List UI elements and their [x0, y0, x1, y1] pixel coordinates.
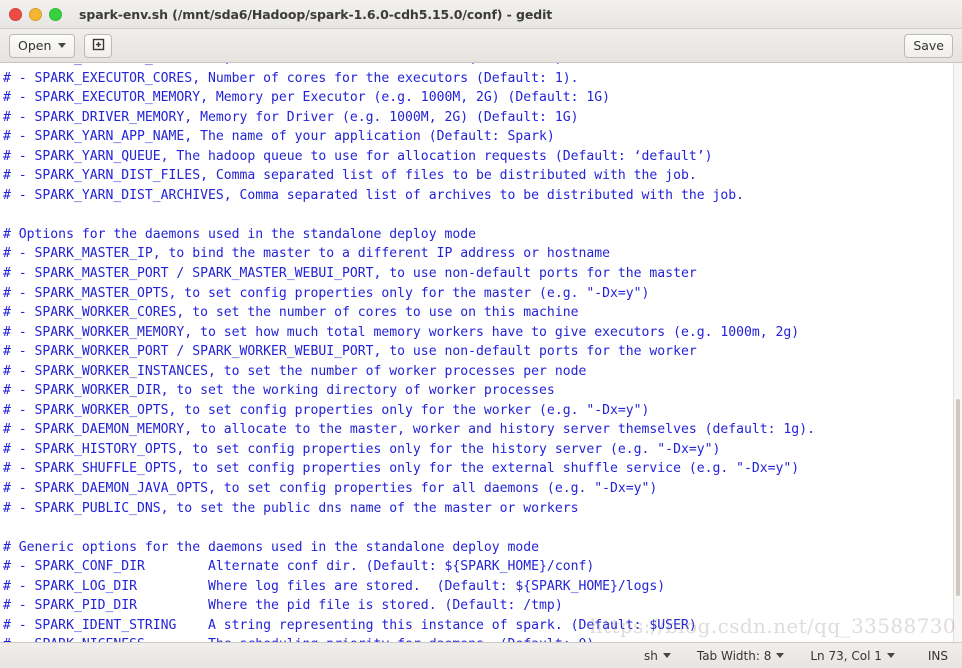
code-line: # - SPARK_IDENT_STRING A string represen… — [3, 617, 697, 633]
maximize-button[interactable] — [49, 7, 62, 21]
code-line: # - SPARK_EXECUTOR_CORES, Number of core… — [3, 70, 579, 86]
chevron-down-icon — [58, 43, 67, 48]
code-line: # - SPARK_YARN_APP_NAME, The name of you… — [3, 129, 555, 145]
code-line: # - SPARK_YARN_QUEUE, The hadoop queue t… — [3, 148, 713, 164]
save-button-label: Save — [913, 38, 944, 53]
status-tab-width[interactable]: Tab Width: 8 — [684, 649, 797, 663]
code-line: # - SPARK_PUBLIC_DNS, to set the public … — [3, 500, 579, 516]
code-line: # - SPARK_YARN_DIST_ARCHIVES, Comma sepa… — [3, 187, 745, 203]
code-line: # - SPARK_MASTER_PORT / SPARK_MASTER_WEB… — [3, 266, 697, 282]
chevron-down-icon — [776, 653, 785, 658]
code-line: # - SPARK_PID_DIR Where the pid file is … — [3, 598, 563, 614]
minimize-button[interactable] — [29, 7, 42, 21]
code-line: # - SPARK_EXECUTOR_MEMORY, Memory per Ex… — [3, 90, 610, 106]
status-language[interactable]: sh — [631, 649, 684, 663]
code-line: # - SPARK_DAEMON_MEMORY, to allocate to … — [3, 422, 815, 438]
open-button-label: Open — [18, 38, 52, 53]
window-title: spark-env.sh (/mnt/sda6/Hadoop/spark-1.6… — [79, 6, 553, 22]
status-tab-width-label: Tab Width: 8 — [696, 648, 772, 663]
text-editor[interactable]: # - SPARK_EXECUTOR_INSTANCES, Number of … — [0, 63, 953, 642]
status-cursor-position: Ln 73, Col 1 — [797, 649, 908, 663]
scrollbar-thumb[interactable] — [956, 398, 960, 596]
code-line: # - SPARK_YARN_DIST_FILES, Comma separat… — [3, 168, 697, 184]
code-line: # - SPARK_DRIVER_MEMORY, Memory for Driv… — [3, 109, 579, 125]
status-bar: sh Tab Width: 8 Ln 73, Col 1 INS — [0, 642, 962, 668]
open-button[interactable]: Open — [9, 33, 76, 58]
status-insert-mode-label: INS — [927, 648, 948, 663]
code-line: # Options for the daemons used in the st… — [3, 226, 476, 242]
code-line: # - SPARK_DAEMON_JAVA_OPTS, to set confi… — [3, 481, 658, 497]
code-line: # - SPARK_WORKER_MEMORY, to set how much… — [3, 324, 800, 340]
code-line: # - SPARK_WORKER_INSTANCES, to set the n… — [3, 363, 587, 379]
status-insert-mode[interactable]: INS — [908, 649, 950, 663]
code-line: # - SPARK_WORKER_PORT / SPARK_WORKER_WEB… — [3, 344, 697, 360]
gedit-window: spark-env.sh (/mnt/sda6/Hadoop/spark-1.6… — [0, 0, 962, 668]
status-language-label: sh — [644, 648, 658, 663]
code-line: # - SPARK_WORKER_DIR, to set the working… — [3, 383, 555, 399]
code-line: # - SPARK_LOG_DIR Where log files are st… — [3, 578, 666, 594]
code-line: # Generic options for the daemons used i… — [3, 539, 540, 555]
code-line: # - SPARK_WORKER_OPTS, to set config pro… — [3, 402, 650, 418]
new-document-button[interactable] — [84, 33, 113, 58]
new-document-icon — [91, 37, 106, 55]
save-button[interactable]: Save — [904, 33, 953, 58]
code-line: # - SPARK_SHUFFLE_OPTS, to set config pr… — [3, 461, 800, 477]
toolbar: Open Save — [0, 29, 962, 63]
code-line: # - SPARK_HISTORY_OPTS, to set config pr… — [3, 441, 721, 457]
title-bar: spark-env.sh (/mnt/sda6/Hadoop/spark-1.6… — [0, 0, 962, 29]
code-line: # - SPARK_NICENESS The scheduling priori… — [3, 635, 953, 642]
editor-area: # - SPARK_EXECUTOR_INSTANCES, Number of … — [0, 63, 962, 642]
code-line: # - SPARK_MASTER_IP, to bind the master … — [3, 246, 610, 262]
code-line: # - SPARK_MASTER_OPTS, to set config pro… — [3, 285, 650, 301]
chevron-down-icon — [886, 653, 895, 658]
vertical-scrollbar[interactable] — [953, 63, 962, 642]
code-line: # - SPARK_CONF_DIR Alternate conf dir. (… — [3, 559, 595, 575]
status-cursor-position-label: Ln 73, Col 1 — [810, 648, 882, 663]
source-code[interactable]: # - SPARK_EXECUTOR_INSTANCES, Number of … — [3, 63, 953, 642]
code-line: # - SPARK_WORKER_CORES, to set the numbe… — [3, 305, 579, 321]
close-button[interactable] — [9, 7, 22, 21]
chevron-down-icon — [662, 653, 671, 658]
